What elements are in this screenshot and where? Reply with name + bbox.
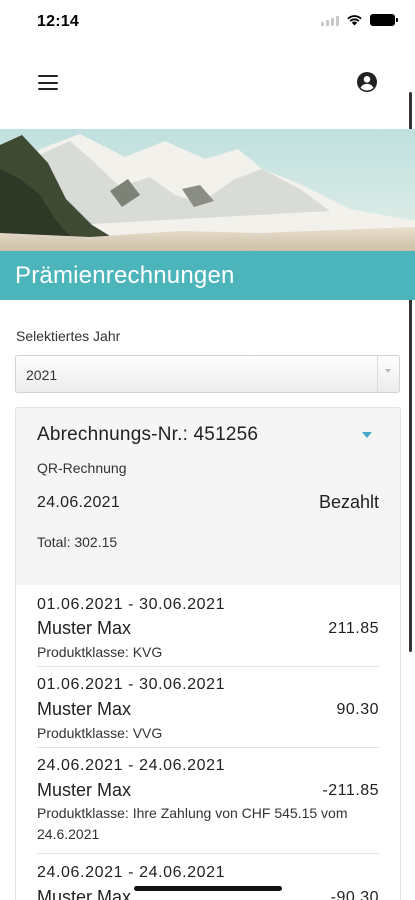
status-bar: 12:14 — [0, 0, 415, 44]
item-name: Muster Max — [37, 699, 132, 719]
item-amount: -90.30 — [330, 889, 379, 900]
invoice-number: Abrechnungs-Nr.: 451256 — [37, 424, 259, 445]
item-period: 01.06.2021 - 30.06.2021 — [37, 596, 226, 613]
signal-icon — [321, 15, 339, 26]
list-item: 01.06.2021 - 30.06.2021 Muster Max 211.8… — [37, 585, 379, 667]
item-product-class: Produktklasse: KVG — [37, 644, 163, 660]
invoice-card: Abrechnungs-Nr.: 451256 QR-Rechnung 24.0… — [15, 407, 401, 900]
hero-image — [0, 129, 415, 251]
invoice-items-list: 01.06.2021 - 30.06.2021 Muster Max 211.8… — [16, 585, 400, 900]
invoice-type: QR-Rechnung — [37, 460, 127, 476]
item-name: Muster Max — [37, 618, 132, 638]
item-amount: -211.85 — [322, 782, 379, 799]
item-period: 24.06.2021 - 24.06.2021 — [37, 757, 226, 774]
status-badge: Bezahlt — [318, 492, 379, 512]
account-circle-icon[interactable] — [356, 71, 378, 93]
battery-icon — [370, 14, 398, 26]
page-title-banner: Prämienrechnungen — [0, 251, 415, 300]
home-indicator[interactable] — [134, 886, 282, 891]
invoice-card-header[interactable]: Abrechnungs-Nr.: 451256 QR-Rechnung 24.0… — [16, 408, 400, 585]
item-product-class: Produktklasse: VVG — [37, 725, 163, 741]
status-time: 12:14 — [37, 13, 79, 30]
status-icons — [321, 14, 398, 26]
item-name: Muster Max — [37, 780, 132, 800]
collapse-toggle-icon[interactable] — [362, 432, 372, 438]
invoice-date: 24.06.2021 — [37, 494, 121, 511]
page-title: Prämienrechnungen — [15, 262, 235, 289]
menu-icon[interactable] — [38, 75, 58, 90]
app-bar — [0, 60, 415, 106]
year-select[interactable]: 2021 — [15, 355, 400, 393]
year-select-value: 2021 — [26, 367, 58, 383]
item-name: Muster Max — [37, 887, 132, 900]
list-item: 01.06.2021 - 30.06.2021 Muster Max 90.30… — [37, 667, 379, 748]
list-item: 24.06.2021 - 24.06.2021 Muster Max -211.… — [37, 748, 379, 854]
item-product-class: Produktklasse: Ihre Zahlung von CHF 545.… — [37, 805, 348, 842]
item-amount: 90.30 — [336, 701, 379, 718]
chevron-down-icon — [385, 369, 391, 373]
item-period: 24.06.2021 - 24.06.2021 — [37, 864, 226, 881]
item-period: 01.06.2021 - 30.06.2021 — [37, 676, 226, 693]
list-item: 24.06.2021 - 24.06.2021 Muster Max -90.3… — [37, 854, 379, 900]
wifi-icon — [347, 15, 362, 26]
year-select-dropdown-button[interactable] — [377, 356, 399, 392]
year-select-label: Selektiertes Jahr — [16, 328, 121, 344]
item-amount: 211.85 — [328, 620, 379, 637]
invoice-total: Total: 302.15 — [37, 534, 118, 550]
